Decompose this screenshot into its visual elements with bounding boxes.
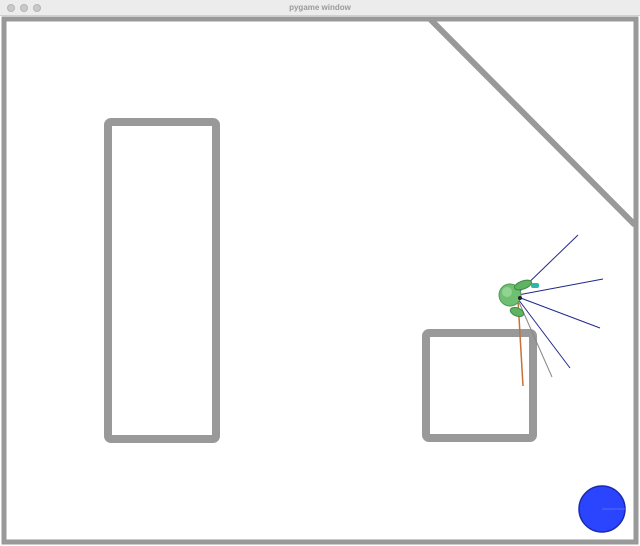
agent [498,279,539,317]
diagonal-wall [428,17,637,227]
square-obstacle [422,329,537,442]
agent-light [531,283,539,288]
tall-obstacle [104,118,220,443]
window-title: pygame window [289,3,351,12]
sensor-ray [517,296,601,329]
agent-dot [518,296,522,300]
arena-border [1,16,639,545]
window-titlebar[interactable]: pygame window [0,0,640,16]
pygame-window: pygame window [0,0,640,546]
agent-wheel-lower [509,307,525,317]
game-canvas[interactable] [0,16,640,546]
agent-body-highlight [502,287,512,297]
target [578,485,626,533]
agent-wheel-upper [513,279,533,291]
